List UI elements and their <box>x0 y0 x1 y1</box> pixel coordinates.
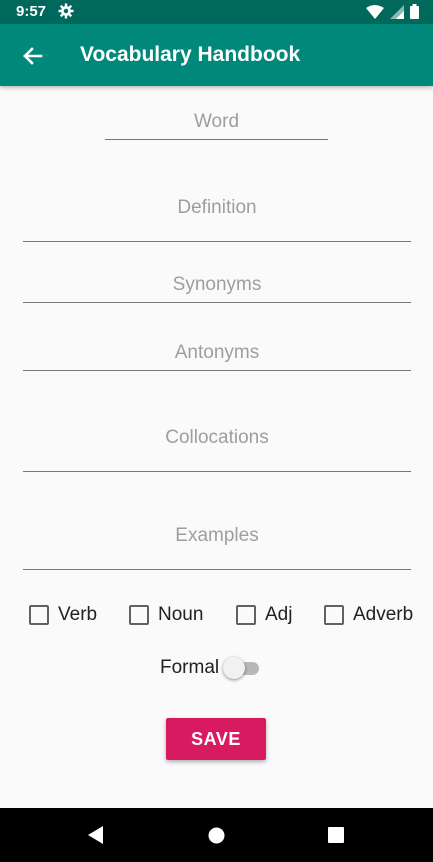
app-title: Vocabulary Handbook <box>80 43 301 66</box>
word-hint: Word <box>193 111 240 132</box>
status-bar: 9:57 <box>0 0 433 24</box>
wifi-icon <box>366 4 384 19</box>
noun-checkbox[interactable]: Noun <box>129 604 203 626</box>
adverb-checkbox[interactable]: Adverb <box>324 604 413 626</box>
gear-icon <box>58 3 74 19</box>
formal-row: Formal <box>160 655 261 681</box>
noun-checkbox-box[interactable] <box>129 605 149 625</box>
formal-switch[interactable] <box>223 657 261 679</box>
app-bar: Vocabulary Handbook <box>0 24 433 86</box>
nav-back-icon[interactable] <box>88 826 104 844</box>
examples-field[interactable]: Examples <box>23 508 411 570</box>
adj-checkbox[interactable]: Adj <box>236 604 292 626</box>
collocations-hint: Collocations <box>165 427 269 448</box>
navigation-bar <box>0 808 433 862</box>
verb-checkbox-label: Verb <box>58 604 98 625</box>
adverb-checkbox-label: Adverb <box>353 604 414 625</box>
antonyms-field[interactable]: Antonyms <box>23 332 411 371</box>
nav-home-icon[interactable] <box>208 827 225 844</box>
examples-hint: Examples <box>175 525 259 546</box>
nav-recents-icon[interactable] <box>328 827 344 843</box>
battery-icon <box>410 4 419 19</box>
verb-checkbox[interactable]: Verb <box>29 604 97 626</box>
adj-checkbox-label: Adj <box>265 604 293 625</box>
signal-icon <box>390 4 404 19</box>
formal-label: Formal <box>160 657 220 678</box>
adverb-checkbox-box[interactable] <box>324 605 344 625</box>
collocations-field[interactable]: Collocations <box>23 408 411 472</box>
status-time: 9:57 <box>16 3 47 20</box>
adj-checkbox-box[interactable] <box>236 605 256 625</box>
part-of-speech-row: Verb Noun Adj Adverb <box>0 604 433 630</box>
synonyms-field[interactable]: Synonyms <box>23 265 411 303</box>
synonyms-hint: Synonyms <box>172 274 262 295</box>
noun-checkbox-label: Noun <box>158 604 204 625</box>
verb-checkbox-box[interactable] <box>29 605 49 625</box>
back-arrow-icon[interactable] <box>18 42 46 70</box>
save-button[interactable]: SAVE <box>166 718 266 760</box>
antonyms-hint: Antonyms <box>174 342 260 363</box>
formal-switch-thumb[interactable] <box>223 657 246 679</box>
word-field[interactable]: Word <box>105 104 328 140</box>
status-icons <box>366 4 419 19</box>
definition-hint: Definition <box>177 197 257 218</box>
definition-field[interactable]: Definition <box>23 180 411 242</box>
